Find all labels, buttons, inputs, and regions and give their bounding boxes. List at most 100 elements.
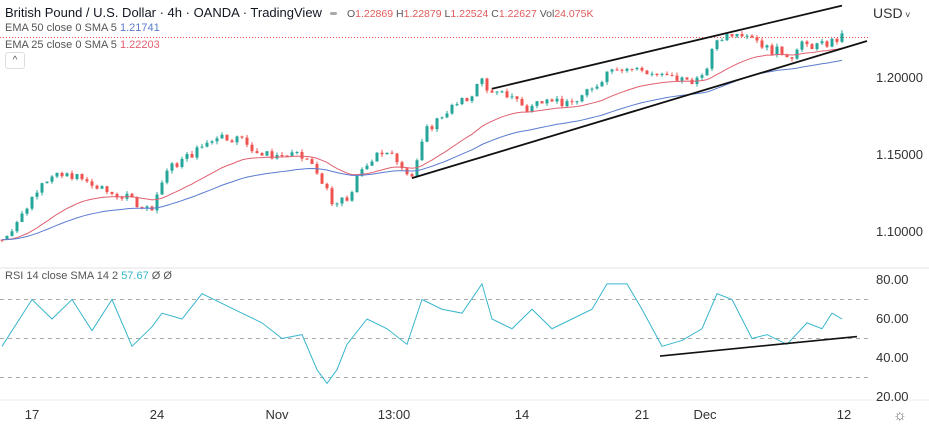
rsi-legend[interactable]: RSI 14 close SMA 14 2 57.67 Ø Ø (5, 270, 172, 282)
candle-body (25, 208, 29, 214)
candle-body (420, 141, 424, 161)
chart-legend-title: British Pound / U.S. Dollar · 4h · OANDA… (5, 5, 593, 20)
candle-body (515, 96, 519, 100)
candle-body (85, 179, 89, 182)
candle-body (815, 43, 819, 50)
candle-body (15, 222, 19, 232)
candle-body (205, 142, 209, 147)
candle-body (280, 155, 284, 157)
candle-body (450, 104, 454, 114)
chevron-down-icon: ˅ (902, 10, 911, 20)
candle-body (435, 118, 439, 130)
rsi-axis-label: 40.00 (876, 350, 909, 365)
candle-body (490, 90, 494, 93)
candle-body (705, 68, 709, 76)
candle-body (90, 181, 94, 186)
candle-body (520, 99, 524, 106)
candle-body (110, 191, 114, 194)
legend-toggle-icon[interactable] (329, 12, 337, 15)
candle-body (290, 152, 294, 156)
candle-body (50, 176, 54, 182)
candle-body (585, 89, 589, 96)
candle-body (760, 40, 764, 48)
candle-body (465, 97, 469, 102)
ema50-legend[interactable]: EMA 50 close 0 SMA 5 1.21741 (5, 22, 160, 34)
candle-body (595, 86, 599, 89)
chart-canvas[interactable] (0, 0, 929, 439)
candle-body (350, 192, 354, 201)
candle-body (735, 34, 739, 37)
candle-body (345, 197, 349, 201)
candle-body (100, 186, 104, 189)
candle-body (480, 78, 484, 84)
candle-body (785, 54, 789, 58)
collapse-legend-button[interactable]: ^ (5, 52, 25, 69)
rsi-axis-label: 20.00 (876, 389, 909, 404)
candle-body (330, 188, 334, 205)
candle-body (550, 99, 554, 102)
candle-body (700, 75, 704, 78)
candle-body (445, 113, 449, 118)
candle-body (60, 172, 64, 177)
candle-body (540, 101, 544, 104)
candle-body (675, 75, 679, 81)
candle-body (385, 152, 389, 155)
time-axis-label: 14 (514, 407, 530, 422)
currency-selector[interactable]: USD ˅ (873, 5, 910, 21)
candle-body (730, 34, 734, 37)
candle-body (165, 170, 169, 183)
candle-body (810, 44, 814, 50)
candle-body (240, 136, 244, 138)
candle-body (455, 104, 459, 106)
candle-body (250, 144, 254, 152)
candle-body (210, 141, 214, 143)
candle-body (650, 73, 654, 75)
candle-body (10, 231, 14, 236)
candle-body (670, 75, 674, 77)
candle-body (495, 91, 499, 93)
rsi-support-trendline (659, 335, 858, 357)
candle-body (95, 185, 99, 189)
candle-body (135, 197, 139, 208)
candle-body (565, 101, 569, 107)
candle-body (295, 152, 299, 154)
settings-gear-icon[interactable]: ☼ (893, 407, 907, 424)
candle-body (825, 41, 829, 47)
candle-body (440, 117, 444, 119)
time-axis-label: 21 (634, 407, 650, 422)
candle-body (745, 35, 749, 37)
rsi-axis-label: 60.00 (876, 311, 909, 326)
candle-body (265, 151, 269, 156)
candle-body (755, 37, 759, 41)
price-axis-label: 1.15000 (876, 147, 923, 162)
ema25-legend[interactable]: EMA 25 close 0 SMA 5 1.22203 (5, 39, 160, 51)
candle-body (425, 126, 429, 142)
time-axis-label: 24 (149, 407, 165, 422)
candle-body (505, 91, 509, 98)
candle-body (390, 152, 394, 154)
candle-body (570, 101, 574, 103)
candle-body (835, 38, 839, 42)
candle-body (235, 136, 239, 143)
candle-body (820, 41, 824, 44)
candle-body (175, 163, 179, 167)
candle-body (285, 155, 289, 157)
channel-trendline (411, 40, 868, 179)
candle-body (105, 186, 109, 192)
candle-body (680, 77, 684, 81)
candle-body (840, 33, 844, 42)
candle-body (830, 38, 834, 47)
candle-body (120, 197, 124, 199)
candle-body (260, 152, 264, 156)
candle-body (380, 152, 384, 155)
candle-body (620, 69, 624, 71)
candle-body (430, 126, 434, 130)
candle-body (560, 98, 564, 107)
candle-body (710, 49, 714, 69)
candle-body (220, 134, 224, 139)
candle-body (485, 78, 489, 91)
chevron-up-icon: ^ (12, 55, 18, 66)
price-axis-label: 1.20000 (876, 70, 923, 85)
candle-body (395, 153, 399, 163)
ohlc-values: O1.22869 H1.22879 L1.22524 C1.22627 Vol2… (346, 8, 594, 20)
